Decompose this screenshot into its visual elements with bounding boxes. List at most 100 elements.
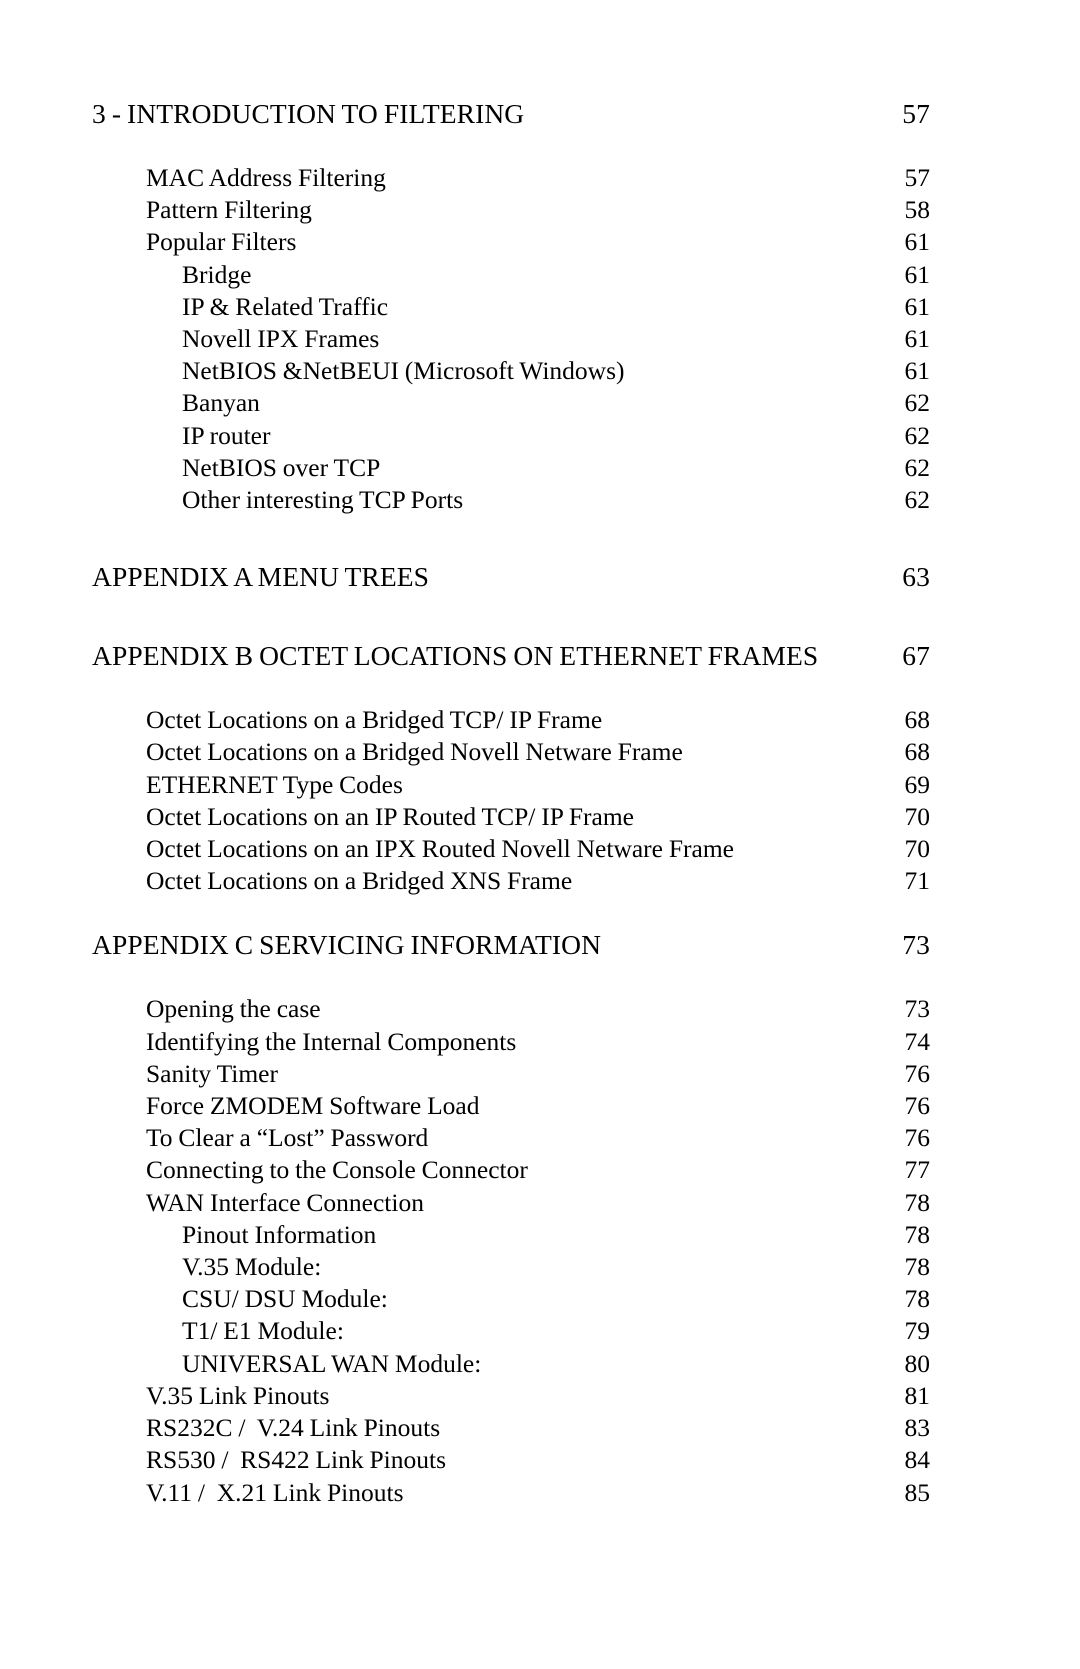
toc-entry[interactable]: RS530 / RS422 Link Pinouts 84	[146, 1444, 930, 1476]
toc-entry[interactable]: WAN Interface Connection 78	[146, 1187, 930, 1219]
toc-entry-page-number: 70	[904, 834, 931, 864]
toc-entry-page-number: 83	[904, 1413, 931, 1443]
toc-entry-page-number: 85	[904, 1477, 931, 1507]
toc-entry-title: ETHERNET Type Codes	[146, 769, 403, 799]
toc-entry-title: MAC Address Filtering	[146, 163, 386, 192]
toc-entry-page-number: 78	[904, 1187, 931, 1217]
toc-entry-title: Opening the case	[146, 994, 321, 1024]
toc-entry[interactable]: To Clear a “Lost” Password 76	[146, 1122, 930, 1154]
toc-entry-page-number: 63	[902, 561, 930, 593]
toc-entry[interactable]: Connecting to the Console Connector 77	[146, 1154, 930, 1186]
toc-entry-title: Other interesting TCP Ports	[182, 485, 464, 515]
table-of-contents-page: 3 - INTRODUCTION TO FILTERING 57 MAC Addre…	[0, 0, 1080, 1669]
toc-entry-page-number: 62	[904, 420, 931, 450]
toc-entry-page-number: 57	[902, 98, 930, 129]
toc-entry[interactable]: Novell IPX Frames 61	[182, 323, 930, 355]
toc-entry[interactable]: MAC Address Filtering 57	[146, 162, 930, 194]
toc-entry-page-number: 61	[904, 227, 931, 257]
toc-entry[interactable]: Pinout Information 78	[182, 1219, 930, 1251]
toc-entry[interactable]: 3 - INTRODUCTION TO FILTERING 57	[92, 96, 930, 132]
toc-entry[interactable]: Sanity Timer 76	[146, 1058, 930, 1090]
toc-entry-title: APPENDIX B OCTET LOCATIONS ON ETHERNET F…	[92, 640, 819, 672]
toc-entry-title: V.35 Link Pinouts	[146, 1380, 330, 1410]
toc-entry-page-number: 58	[904, 195, 931, 225]
toc-entry[interactable]: UNIVERSAL WAN Module: 80	[182, 1348, 930, 1380]
toc-entry[interactable]: Other interesting TCP Ports 62	[182, 484, 930, 516]
toc-entry[interactable]: NetBIOS &NetBEUI (Microsoft Windows) 61	[182, 355, 930, 387]
toc-entry-page-number: 68	[904, 737, 931, 767]
toc-entry-page-number: 61	[904, 259, 931, 289]
toc-entry[interactable]: Popular Filters 61	[146, 226, 930, 258]
toc-entry[interactable]: Octet Locations on an IP Routed TCP/ IP …	[146, 801, 930, 833]
toc-entry-title: Octet Locations on an IP Routed TCP/ IP …	[146, 801, 634, 831]
toc-entry-title: RS530 / RS422 Link Pinouts	[146, 1445, 447, 1475]
toc-entry[interactable]: APPENDIX A MENU TREES 63	[92, 559, 930, 595]
toc-entry-title: UNIVERSAL WAN Module:	[182, 1348, 482, 1378]
toc-entry[interactable]: Bridge 61	[182, 259, 930, 291]
toc-entry[interactable]: T1/ E1 Module: 79	[182, 1315, 930, 1347]
toc-entry-title: Octet Locations on an IPX Routed Novell …	[146, 834, 735, 864]
toc-entry[interactable]: V.35 Module: 78	[182, 1251, 930, 1283]
toc-entry-page-number: 67	[902, 640, 930, 672]
toc-entry-page-number: 78	[904, 1219, 931, 1249]
toc-entry-title: Pattern Filtering	[146, 195, 312, 225]
toc-entry[interactable]: Octet Locations on a Bridged TCP/ IP Fra…	[146, 704, 930, 736]
toc-entry-title: APPENDIX C SERVICING INFORMATION	[92, 929, 602, 961]
toc-entry-page-number: 76	[904, 1058, 931, 1088]
toc-entry-page-number: 68	[904, 705, 931, 735]
toc-entry-title: 3 - INTRODUCTION TO FILTERING	[92, 98, 525, 129]
toc-entry[interactable]: Octet Locations on a Bridged Novell Netw…	[146, 736, 930, 768]
toc-entry-title: Connecting to the Console Connector	[146, 1155, 528, 1185]
toc-entry-title: Pinout Information	[182, 1219, 377, 1249]
toc-entry[interactable]: ETHERNET Type Codes 69	[146, 769, 930, 801]
toc-entry-title: RS232C / V.24 Link Pinouts	[146, 1413, 441, 1443]
toc-entry[interactable]: Banyan 62	[182, 387, 930, 419]
toc-entry[interactable]: IP & Related Traffic 61	[182, 291, 930, 323]
toc-entry-title: V.35 Module:	[182, 1252, 322, 1282]
toc-entry-title: Bridge	[182, 259, 252, 289]
toc-entry[interactable]: Opening the case 73	[146, 993, 930, 1025]
toc-list: 3 - INTRODUCTION TO FILTERING 57 MAC Addre…	[92, 96, 930, 1509]
toc-entry[interactable]: IP router 62	[182, 420, 930, 452]
toc-entry-title: V.11 / X.21 Link Pinouts	[146, 1477, 404, 1507]
toc-entry[interactable]: APPENDIX B OCTET LOCATIONS ON ETHERNET F…	[92, 638, 930, 674]
toc-entry-title: Octet Locations on a Bridged TCP/ IP Fra…	[146, 705, 603, 735]
toc-entry-page-number: 69	[904, 769, 931, 799]
toc-entry-page-number: 76	[904, 1123, 931, 1153]
toc-entry-title: NetBIOS &NetBEUI (Microsoft Windows)	[182, 356, 625, 386]
toc-entry-page-number: 61	[904, 324, 931, 354]
toc-entry-title: NetBIOS over TCP	[182, 452, 381, 482]
toc-entry-page-number: 78	[904, 1252, 931, 1282]
toc-entry[interactable]: Octet Locations on a Bridged XNS Frame 71	[146, 865, 930, 897]
toc-entry[interactable]: CSU/ DSU Module: 78	[182, 1283, 930, 1315]
toc-entry-page-number: 57	[904, 163, 931, 192]
toc-entry[interactable]: V.35 Link Pinouts 81	[146, 1380, 930, 1412]
toc-entry-page-number: 81	[904, 1380, 931, 1410]
toc-entry[interactable]: Pattern Filtering 58	[146, 194, 930, 226]
toc-entry-title: Octet Locations on a Bridged Novell Netw…	[146, 737, 683, 767]
toc-entry-page-number: 62	[904, 485, 931, 515]
toc-entry[interactable]: RS232C / V.24 Link Pinouts 83	[146, 1412, 930, 1444]
toc-entry[interactable]: APPENDIX C SERVICING INFORMATION 73	[92, 927, 930, 963]
toc-entry-page-number: 62	[904, 452, 931, 482]
toc-entry-title: To Clear a “Lost” Password	[146, 1123, 429, 1153]
toc-entry-title: Identifying the Internal Components	[146, 1026, 517, 1056]
toc-entry-page-number: 77	[904, 1155, 931, 1185]
toc-entry-title: CSU/ DSU Module:	[182, 1284, 388, 1314]
toc-entry-title: APPENDIX A MENU TREES	[92, 561, 430, 593]
toc-entry[interactable]: Identifying the Internal Components 74	[146, 1026, 930, 1058]
toc-entry-title: IP & Related Traffic	[182, 291, 389, 321]
toc-entry-title: Banyan	[182, 388, 260, 418]
toc-entry-title: Sanity Timer	[146, 1058, 278, 1088]
toc-entry[interactable]: Octet Locations on an IPX Routed Novell …	[146, 833, 930, 865]
toc-entry[interactable]: V.11 / X.21 Link Pinouts 85	[146, 1477, 930, 1509]
toc-entry-page-number: 84	[904, 1445, 931, 1475]
toc-entry-title: WAN Interface Connection	[146, 1187, 424, 1217]
toc-entry-title: IP router	[182, 420, 271, 450]
toc-entry-title: Popular Filters	[146, 227, 297, 257]
toc-entry[interactable]: NetBIOS over TCP 62	[182, 452, 930, 484]
toc-entry-title: Novell IPX Frames	[182, 324, 380, 354]
toc-entry[interactable]: Force ZMODEM Software Load 76	[146, 1090, 930, 1122]
toc-entry-page-number: 70	[904, 801, 931, 831]
toc-entry-page-number: 62	[904, 388, 931, 418]
